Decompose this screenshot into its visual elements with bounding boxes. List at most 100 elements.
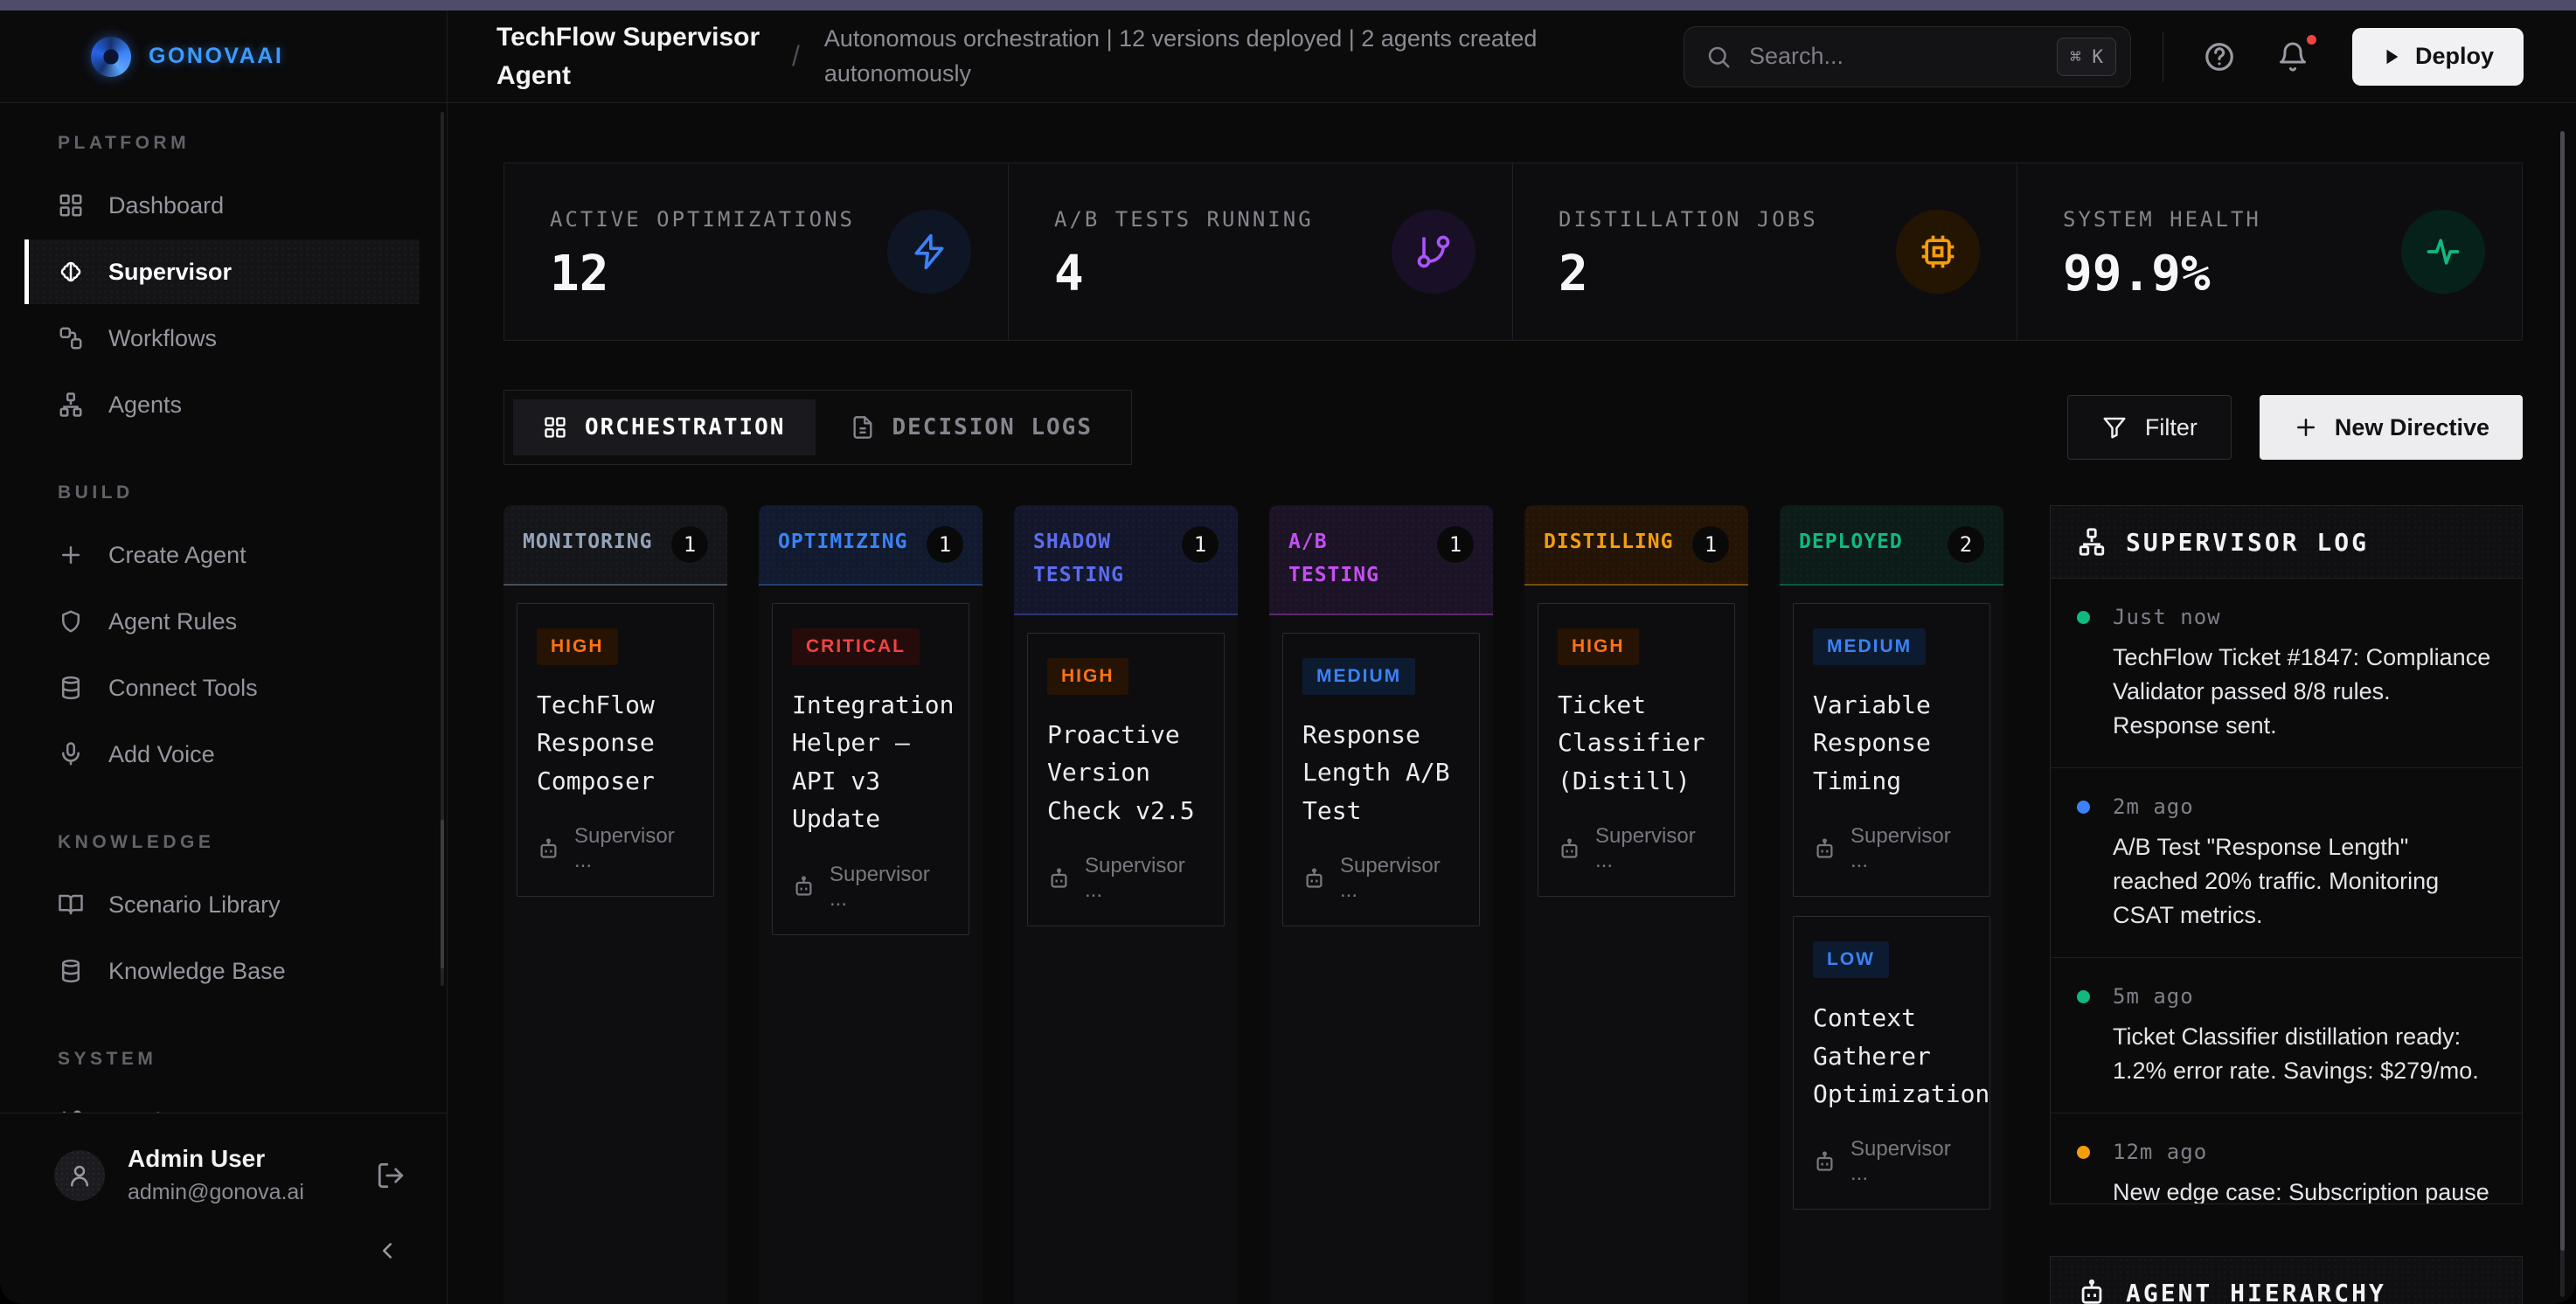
tab-orchestration[interactable]: ORCHESTRATION bbox=[513, 399, 816, 455]
log-meta: 2m ago bbox=[2077, 794, 2496, 819]
sidebar-item-dashboard[interactable]: Dashboard bbox=[24, 173, 420, 238]
sidebar-collapse-button[interactable] bbox=[368, 1231, 406, 1270]
task-card[interactable]: CRITICAL Integration Helper – API v3 Upd… bbox=[772, 603, 969, 935]
user-name: Admin User bbox=[128, 1145, 304, 1173]
collapse-row bbox=[54, 1231, 412, 1270]
card-title: Response Length A/B Test bbox=[1302, 716, 1460, 829]
sidebar-item-knowledge-base[interactable]: Knowledge Base bbox=[24, 939, 420, 1003]
log-timestamp: 12m ago bbox=[2113, 1140, 2207, 1164]
log-timestamp: 5m ago bbox=[2113, 984, 2194, 1009]
column-header: DEPLOYED 2 bbox=[1780, 505, 2003, 586]
sidebar-scrollbar-thumb[interactable] bbox=[441, 820, 444, 968]
search-box[interactable]: ⌘ K bbox=[1684, 26, 2131, 87]
sidebar-item-workflows[interactable]: Workflows bbox=[24, 306, 420, 371]
section-label: KNOWLEDGE bbox=[0, 832, 447, 853]
user-card[interactable]: Admin User admin@gonova.ai bbox=[54, 1145, 412, 1205]
status-dot bbox=[2077, 801, 2090, 814]
header-actions: ⌘ K Deploy bbox=[1684, 26, 2524, 87]
sidebar-item-agents[interactable]: Agents bbox=[24, 372, 420, 437]
sidebar-item-label: Workflows bbox=[108, 325, 217, 352]
log-entry: 5m ago Ticket Classifier distillation re… bbox=[2051, 957, 2522, 1113]
card-title: Proactive Version Check v2.5 bbox=[1047, 716, 1205, 829]
log-timestamp: 2m ago bbox=[2113, 794, 2194, 819]
book-open-icon bbox=[58, 891, 84, 918]
column-count-badge: 2 bbox=[1948, 526, 1984, 563]
column-body: CRITICAL Integration Helper – API v3 Upd… bbox=[759, 586, 982, 1304]
log-meta: 5m ago bbox=[2077, 984, 2496, 1009]
stat-icon-bubble bbox=[2401, 210, 2485, 294]
cpu-icon bbox=[1919, 232, 1957, 271]
task-card[interactable]: MEDIUM Variable Response Timing Supervis… bbox=[1793, 603, 1990, 897]
card-agent: Supervisor ... bbox=[1813, 824, 1970, 873]
sidebar-item-supervisor[interactable]: Supervisor bbox=[24, 239, 420, 304]
help-icon bbox=[2203, 40, 2236, 73]
log-entry: 12m ago New edge case: Subscription paus… bbox=[2051, 1113, 2522, 1203]
column-title: MONITORING bbox=[523, 526, 661, 559]
page-scrollbar[interactable] bbox=[2560, 131, 2565, 1297]
sidebar-item-label: Add Voice bbox=[108, 741, 215, 768]
page-scrollbar-thumb[interactable] bbox=[2560, 131, 2565, 1251]
brand-name: GONOVAAI bbox=[149, 44, 283, 69]
column-count-badge: 1 bbox=[671, 526, 708, 563]
help-button[interactable] bbox=[2195, 32, 2244, 81]
app-shell: PLATFORM Dashboard Supervisor Workflows bbox=[0, 103, 2576, 1304]
priority-badge: CRITICAL bbox=[792, 628, 920, 665]
search-input[interactable] bbox=[1749, 43, 2039, 70]
sidebar-item-scenario-library[interactable]: Scenario Library bbox=[24, 872, 420, 937]
stat-system-health: SYSTEM HEALTH 99.9% bbox=[2017, 163, 2522, 340]
sidebar-item-add-voice[interactable]: Add Voice bbox=[24, 722, 420, 787]
column-ab-testing: A/B TESTING 1 MEDIUM Response Length A/B… bbox=[1269, 505, 1493, 1304]
sidebar-scrollbar[interactable] bbox=[441, 112, 444, 986]
log-entry: Just now TechFlow Ticket #1847: Complian… bbox=[2051, 579, 2522, 767]
filter-button[interactable]: Filter bbox=[2067, 395, 2232, 460]
stat-icon-bubble bbox=[1392, 210, 1475, 294]
column-header: DISTILLING 1 bbox=[1524, 505, 1748, 586]
sidebar-item-agent-rules[interactable]: Agent Rules bbox=[24, 589, 420, 654]
priority-badge: HIGH bbox=[1047, 658, 1128, 695]
logout-button[interactable] bbox=[370, 1155, 412, 1196]
column-count-badge: 1 bbox=[1182, 526, 1219, 563]
task-card[interactable]: MEDIUM Response Length A/B Test Supervis… bbox=[1282, 633, 1480, 926]
board-toolbar: ORCHESTRATION DECISION LOGS Filter New D… bbox=[503, 390, 2523, 465]
card-agent: Supervisor ... bbox=[1558, 824, 1715, 873]
log-entry: 2m ago A/B Test "Response Length" reache… bbox=[2051, 767, 2522, 957]
tab-decision-logs[interactable]: DECISION LOGS bbox=[821, 399, 1123, 455]
notifications-button[interactable] bbox=[2268, 32, 2317, 81]
bot-icon bbox=[1813, 1150, 1837, 1174]
zap-icon bbox=[910, 232, 948, 271]
sidebar-item-label: Dashboard bbox=[108, 192, 224, 219]
notification-badge bbox=[2304, 32, 2319, 47]
deploy-button[interactable]: Deploy bbox=[2352, 28, 2524, 86]
sidebar-footer: Admin User admin@gonova.ai bbox=[0, 1113, 447, 1304]
user-meta: Admin User admin@gonova.ai bbox=[128, 1145, 304, 1205]
git-branch-icon bbox=[1414, 232, 1453, 271]
microphone-icon bbox=[58, 741, 84, 767]
column-shadow-testing: SHADOW TESTING 1 HIGH Proactive Version … bbox=[1014, 505, 1238, 1304]
sidebar-item-connect-tools[interactable]: Connect Tools bbox=[24, 655, 420, 720]
column-body: HIGH Proactive Version Check v2.5 Superv… bbox=[1014, 615, 1238, 1304]
activity-icon bbox=[2424, 232, 2462, 271]
bell-icon bbox=[2277, 41, 2309, 73]
bot-icon bbox=[2077, 1278, 2107, 1304]
task-card[interactable]: HIGH TechFlow Response Composer Supervis… bbox=[517, 603, 714, 897]
task-card[interactable]: HIGH Proactive Version Check v2.5 Superv… bbox=[1027, 633, 1225, 926]
chevron-left-icon bbox=[374, 1238, 400, 1264]
funnel-icon bbox=[2101, 414, 2128, 440]
column-count-badge: 1 bbox=[1692, 526, 1729, 563]
task-card[interactable]: LOW Context Gatherer Optimization Superv… bbox=[1793, 916, 1990, 1210]
new-directive-button[interactable]: New Directive bbox=[2260, 395, 2523, 460]
header-main: TechFlow Supervisor Agent / Autonomous o… bbox=[448, 10, 2576, 102]
column-body: HIGH Ticket Classifier (Distill) Supervi… bbox=[1524, 586, 1748, 1304]
brand[interactable]: GONOVAAI bbox=[0, 10, 448, 102]
sidebar-item-create-agent[interactable]: Create Agent bbox=[24, 523, 420, 587]
org-tree-icon bbox=[2077, 527, 2107, 557]
priority-badge: LOW bbox=[1813, 941, 1889, 978]
stat-ab-tests: A/B TESTS RUNNING 4 bbox=[1009, 163, 1513, 340]
column-header: MONITORING 1 bbox=[503, 505, 727, 586]
card-title: Variable Response Timing bbox=[1813, 686, 1970, 800]
agent-hierarchy-header: AGENT HIERARCHY bbox=[2051, 1257, 2522, 1304]
avatar bbox=[54, 1150, 105, 1201]
plus-icon bbox=[58, 542, 84, 568]
task-card[interactable]: HIGH Ticket Classifier (Distill) Supervi… bbox=[1538, 603, 1735, 897]
kanban-board: MONITORING 1 HIGH TechFlow Response Comp… bbox=[503, 505, 2523, 1304]
